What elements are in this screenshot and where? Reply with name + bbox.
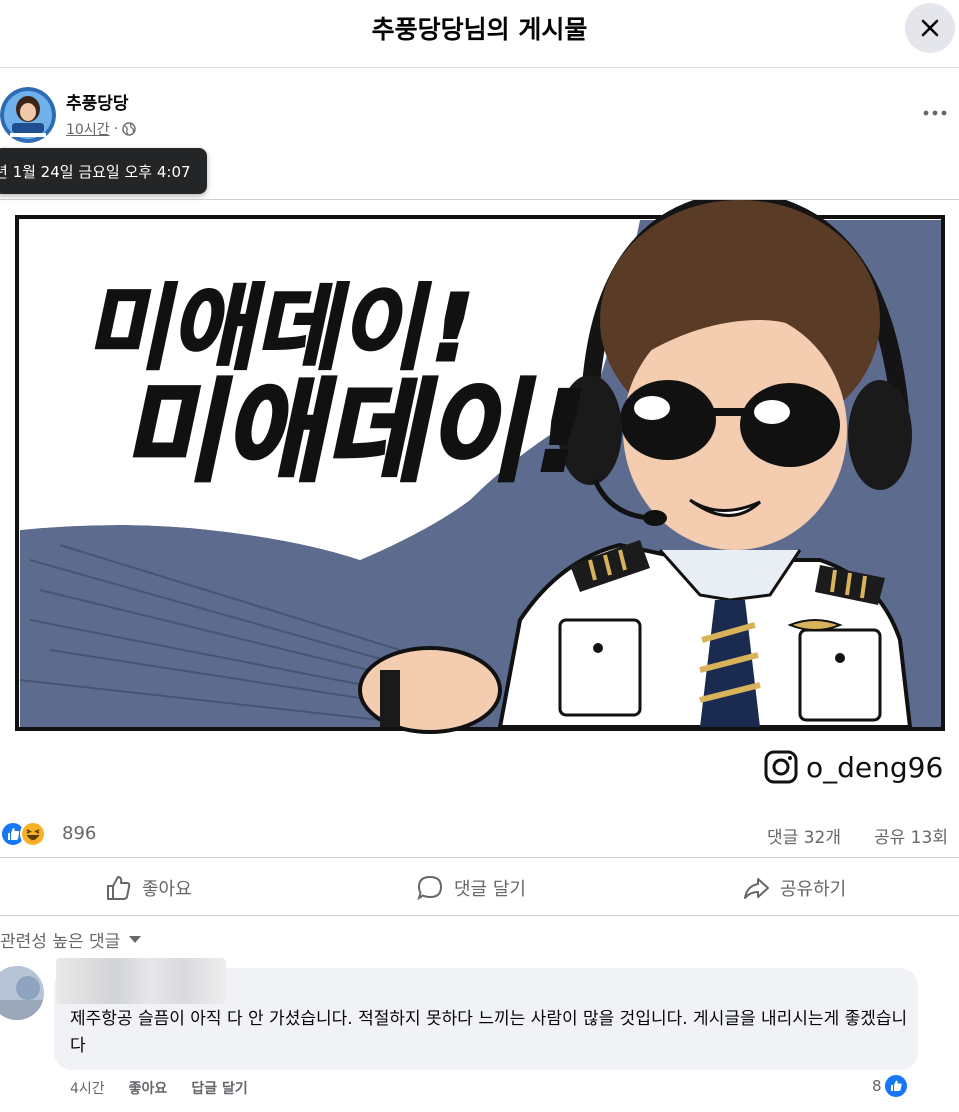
comment-actions: 4시간 좋아요 답글 달기 (70, 1078, 248, 1098)
comic-caption-line1: 미애데이! (81, 275, 484, 382)
comment-like-count[interactable]: 8 (872, 1074, 908, 1098)
like-label: 좋아요 (142, 879, 192, 900)
share-button[interactable]: 공유하기 (742, 866, 846, 910)
haha-icon (20, 821, 46, 847)
share-arrow-icon (744, 878, 769, 899)
caret-down-icon (129, 936, 142, 943)
reaction-count[interactable]: 896 (62, 823, 96, 844)
comment-label: 댓글 달기 (454, 879, 526, 900)
comment-reply-button[interactable]: 답글 달기 (191, 1078, 247, 1098)
comment-bubble: 제주항공 슬픔이 아직 다 안 가셨습니다. 적절하지 못하다 느끼는 사람이 … (54, 958, 918, 1070)
comment-button[interactable]: 댓글 달기 (416, 866, 526, 910)
comment-bubble-icon (417, 875, 443, 901)
sort-label: 관련성 높은 댓글 (0, 931, 121, 952)
tooltip-text: 년 1월 24일 금요일 오후 4:07 (0, 162, 191, 181)
reaction-icons[interactable] (0, 821, 46, 847)
author-name[interactable]: 추풍당당 (66, 89, 129, 114)
share-count[interactable]: 공유 13회 (874, 823, 948, 848)
action-bar: 좋아요 댓글 달기 공유하기 (0, 860, 959, 916)
share-label: 공유하기 (780, 879, 847, 900)
comment-time[interactable]: 4시간 (70, 1078, 105, 1098)
globe-icon (122, 122, 136, 136)
modal-header: 추풍당당님의 게시물 (0, 0, 959, 68)
comment-count[interactable]: 댓글 32개 (767, 823, 841, 848)
post-meta: 10시간 · (66, 119, 136, 139)
comment-like-button[interactable]: 좋아요 (129, 1078, 168, 1098)
comic-caption-line2: 미애데이! (117, 369, 599, 497)
reaction-count-bar: 896 댓글 32개 공유 13회 (0, 812, 959, 858)
comment-text: 제주항공 슬픔이 아직 다 안 가셨습니다. 적절하지 못하다 느끼는 사람이 … (70, 1009, 908, 1056)
commenter-name-blurred[interactable] (56, 958, 226, 1004)
like-button[interactable]: 좋아요 (104, 866, 192, 910)
more-options-button[interactable] (918, 96, 952, 130)
meta-separator: · (113, 121, 119, 137)
timestamp-tooltip: 년 1월 24일 금요일 오후 4:07 (0, 148, 207, 194)
instagram-handle: o_deng96 (806, 751, 943, 784)
more-dots-icon (923, 110, 947, 116)
like-icon (884, 1075, 907, 1097)
comment-sort-selector[interactable]: 관련성 높은 댓글 (0, 926, 142, 952)
post-image[interactable]: 미애데이! 미애데이! o_deng96 (0, 200, 959, 808)
thumbs-up-icon (107, 876, 131, 900)
modal-title: 추풍당당님의 게시물 (371, 15, 588, 44)
comment-like-number: 8 (872, 1077, 882, 1095)
close-button[interactable] (905, 3, 955, 53)
close-icon (921, 19, 939, 37)
post-time[interactable]: 10시간 (66, 119, 110, 139)
commenter-avatar[interactable] (0, 966, 44, 1020)
author-avatar[interactable] (0, 87, 56, 143)
